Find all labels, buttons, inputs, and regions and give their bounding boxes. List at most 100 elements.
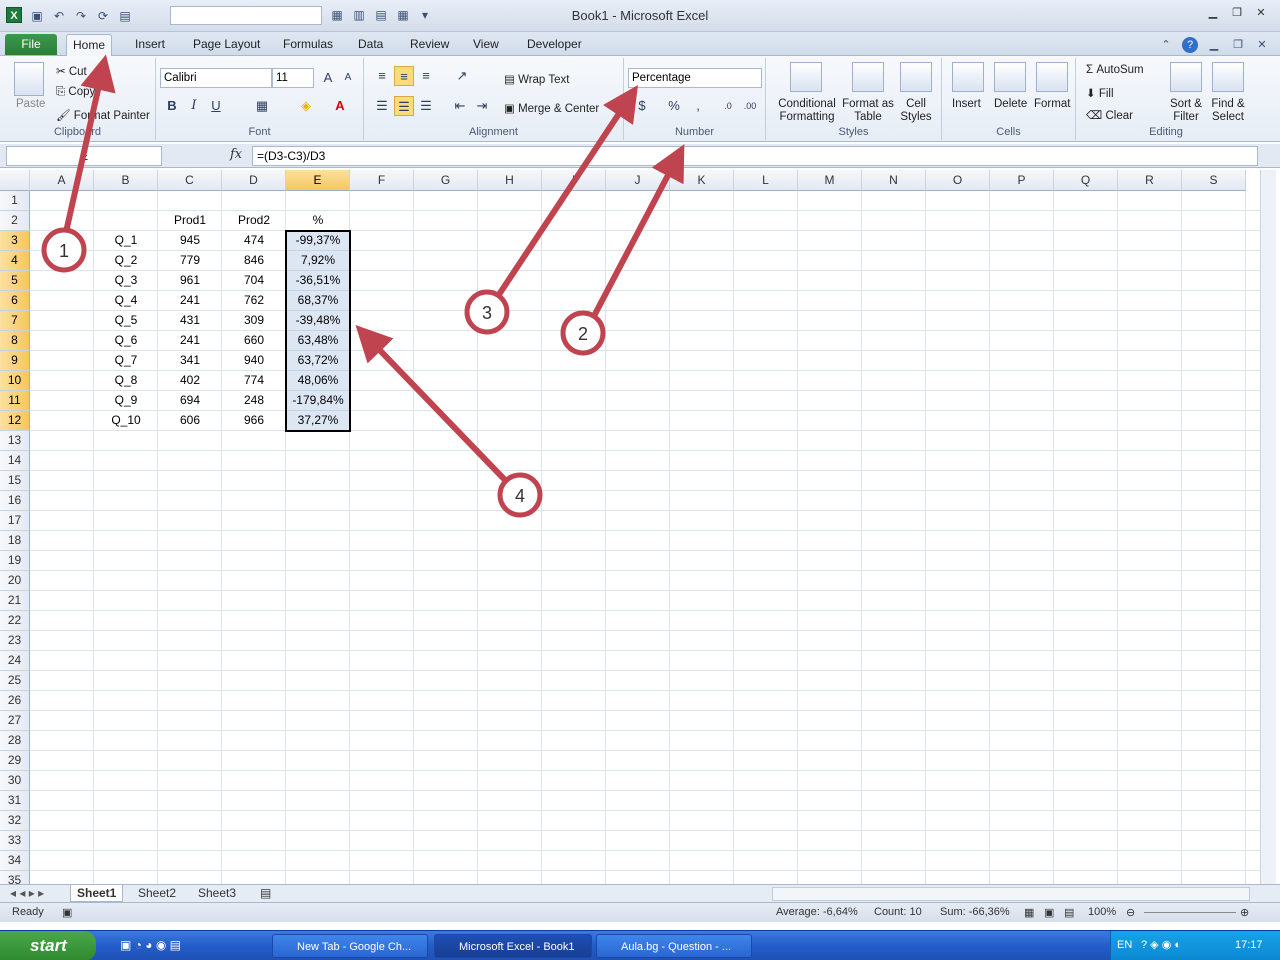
row-header[interactable]: 22 [0, 611, 30, 631]
row-header[interactable]: 16 [0, 491, 30, 511]
data-cell[interactable]: Q_2 [94, 251, 158, 271]
close-icon[interactable]: ✕ [1254, 6, 1268, 20]
start-button[interactable]: start [0, 931, 96, 960]
row-header[interactable]: 21 [0, 591, 30, 611]
data-cell[interactable]: 694 [158, 391, 222, 411]
column-header[interactable]: B [94, 170, 158, 191]
vertical-scrollbar[interactable] [1260, 170, 1276, 884]
row-header[interactable]: 1 [0, 191, 30, 211]
percent-style-button[interactable]: % [664, 96, 684, 116]
row-header[interactable]: 31 [0, 791, 30, 811]
zoom-in-icon[interactable]: ⊕ [1240, 906, 1249, 919]
paste-button[interactable]: Paste [16, 98, 45, 110]
format-painter-button[interactable]: 🖌 Format Painter [56, 108, 150, 122]
insert-function-icon[interactable]: fx [230, 147, 242, 162]
format-as-table-button[interactable]: Format as Table [842, 98, 894, 124]
row-header[interactable]: 33 [0, 831, 30, 851]
column-header[interactable]: A [30, 170, 94, 191]
tab-developer[interactable]: Developer [521, 36, 588, 56]
bold-button[interactable]: B [162, 96, 182, 116]
row-header[interactable]: 15 [0, 471, 30, 491]
conditional-formatting-button[interactable]: Conditional Formatting [772, 98, 842, 124]
row-header[interactable]: 24 [0, 651, 30, 671]
tab-home[interactable]: Home [66, 34, 113, 57]
row-header[interactable]: 14 [0, 451, 30, 471]
row-header[interactable]: 20 [0, 571, 30, 591]
sort-filter-button[interactable]: Sort & Filter [1168, 98, 1204, 124]
column-header[interactable]: M [798, 170, 862, 191]
column-header[interactable]: I [542, 170, 606, 191]
select-all-corner[interactable] [0, 170, 30, 191]
percent-cell[interactable]: -99,37% [286, 231, 350, 251]
tray-icons[interactable]: ? ◈ ◉ ◐ [1141, 938, 1181, 951]
column-header[interactable]: C [158, 170, 222, 191]
restore-icon[interactable]: ❐ [1230, 6, 1244, 20]
percent-cell[interactable]: -36,51% [286, 271, 350, 291]
align-top-icon[interactable]: ≡ [372, 66, 392, 86]
taskbar-excel[interactable]: Microsoft Excel - Book1 [434, 934, 592, 958]
tab-formulas[interactable]: Formulas [277, 36, 339, 56]
underline-button[interactable]: U [206, 96, 226, 116]
delete-cells-icon[interactable] [994, 62, 1026, 92]
shrink-font-icon[interactable]: A [338, 68, 358, 88]
font-name-select[interactable]: Calibri [160, 68, 272, 88]
percent-cell[interactable]: 37,27% [286, 411, 350, 431]
column-header[interactable]: J [606, 170, 670, 191]
zoom-slider[interactable] [1144, 912, 1236, 913]
percent-cell[interactable]: 68,37% [286, 291, 350, 311]
find-select-button[interactable]: Find & Select [1208, 98, 1248, 124]
row-header[interactable]: 13 [0, 431, 30, 451]
row-header[interactable]: 2 [0, 211, 30, 231]
data-cell[interactable]: Q_1 [94, 231, 158, 251]
sheet-tab-3[interactable]: Sheet3 [192, 885, 242, 902]
fill-button[interactable]: ⬇ Fill [1086, 86, 1114, 100]
help-icon[interactable]: ? [1182, 37, 1198, 53]
header-cell[interactable]: % [286, 211, 350, 231]
formula-input[interactable]: =(D3-C3)/D3 [252, 146, 1258, 166]
increase-indent-icon[interactable]: ⇥ [472, 96, 492, 116]
taskbar-chrome-newtab[interactable]: New Tab - Google Ch... [272, 934, 428, 958]
data-cell[interactable]: 341 [158, 351, 222, 371]
sheet-tab-1[interactable]: Sheet1 [70, 885, 124, 902]
column-header[interactable]: O [926, 170, 990, 191]
row-header[interactable]: 9 [0, 351, 30, 371]
macro-record-icon[interactable]: ▣ [62, 906, 72, 919]
format-button[interactable]: Format [1034, 98, 1070, 110]
column-header[interactable]: F [350, 170, 414, 191]
data-cell[interactable]: Q_5 [94, 311, 158, 331]
normal-view-icon[interactable]: ▦ [1024, 906, 1034, 919]
data-cell[interactable]: 474 [222, 231, 286, 251]
tab-view[interactable]: View [467, 36, 505, 56]
data-cell[interactable]: Q_7 [94, 351, 158, 371]
data-cell[interactable]: 248 [222, 391, 286, 411]
row-header[interactable]: 27 [0, 711, 30, 731]
row-header[interactable]: 4 [0, 251, 30, 271]
data-cell[interactable]: 606 [158, 411, 222, 431]
row-header[interactable]: 26 [0, 691, 30, 711]
row-header[interactable]: 28 [0, 731, 30, 751]
align-center-icon[interactable]: ☰ [394, 96, 414, 116]
row-header[interactable]: 5 [0, 271, 30, 291]
data-cell[interactable]: Q_8 [94, 371, 158, 391]
name-box[interactable]: E [6, 146, 162, 166]
insert-sheet-icon[interactable]: ▤ [254, 885, 277, 902]
spreadsheet-grid[interactable]: A B C D E F G H I J K L M N O P Q R S 1 2 3 4 5 6 7 8 9 10 11 12 13 14 15… [0, 170, 1260, 884]
data-cell[interactable]: 309 [222, 311, 286, 331]
row-header[interactable]: 18 [0, 531, 30, 551]
data-cell[interactable]: 660 [222, 331, 286, 351]
column-header[interactable]: H [478, 170, 542, 191]
increase-decimal-icon[interactable]: .0 [718, 96, 738, 116]
column-header[interactable]: P [990, 170, 1054, 191]
data-cell[interactable]: 779 [158, 251, 222, 271]
row-header[interactable]: 8 [0, 331, 30, 351]
row-header[interactable]: 11 [0, 391, 30, 411]
data-cell[interactable]: 241 [158, 291, 222, 311]
quick-launch-icons[interactable]: ▣ ◔ ◕ ◉ ▤ [120, 938, 181, 952]
insert-cells-icon[interactable] [952, 62, 984, 92]
header-cell[interactable]: Prod2 [222, 211, 286, 231]
sheet-nav-icon[interactable]: ◂ ◂ ▸ ▸ [4, 885, 50, 902]
row-header[interactable]: 30 [0, 771, 30, 791]
percent-cell[interactable]: -179,84% [286, 391, 350, 411]
row-header[interactable]: 23 [0, 631, 30, 651]
cell-styles-button[interactable]: Cell Styles [896, 98, 936, 124]
